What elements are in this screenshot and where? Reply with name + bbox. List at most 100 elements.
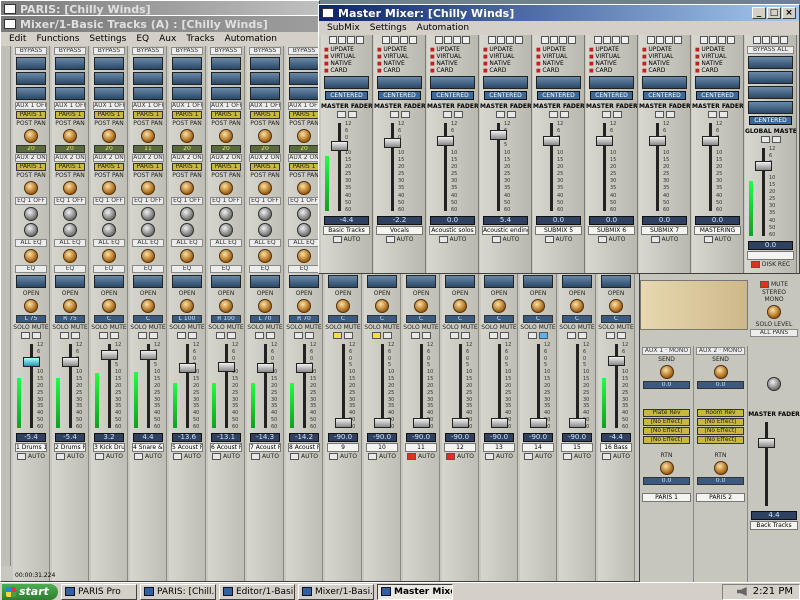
eq-freq-knob[interactable] xyxy=(180,223,194,237)
eq1-button[interactable]: EQ 1 OFF xyxy=(210,197,242,205)
track-name[interactable]: 3 Kick Drum xyxy=(93,443,125,452)
aux1-button[interactable]: AUX 1 OFF xyxy=(171,102,203,110)
auto-label[interactable]: AUTO xyxy=(397,236,414,243)
master-solo-button[interactable] xyxy=(559,111,569,118)
eq-on-button[interactable]: EQ xyxy=(54,265,86,273)
pan-knob[interactable] xyxy=(570,299,584,313)
fader-cap[interactable] xyxy=(335,418,352,428)
eq-curve-display[interactable] xyxy=(211,275,241,288)
fader-cap[interactable] xyxy=(452,418,469,428)
fader-cap[interactable] xyxy=(179,362,196,373)
master-solo-button[interactable] xyxy=(718,111,728,118)
solo-button[interactable] xyxy=(21,332,30,339)
solo-button[interactable] xyxy=(138,332,147,339)
submix-display[interactable] xyxy=(642,76,687,89)
aux1-button[interactable]: AUX 1 OFF xyxy=(210,102,242,110)
fader-cap[interactable] xyxy=(491,418,508,428)
solo-button[interactable] xyxy=(255,332,264,339)
all-eq-button[interactable]: ALL EQ xyxy=(15,239,47,247)
eq-curve-display[interactable] xyxy=(445,275,475,288)
solo-button[interactable] xyxy=(99,332,108,339)
aux1-postpan[interactable]: POST PAN xyxy=(91,120,127,127)
insert-toggle[interactable] xyxy=(753,36,761,44)
insert-slot[interactable] xyxy=(172,57,202,70)
all-pans-label[interactable]: ALL PANS xyxy=(750,329,798,337)
aux2-postpan[interactable]: POST PAN xyxy=(286,172,322,179)
eq-on-button[interactable]: EQ xyxy=(93,265,125,273)
track-name[interactable]: 7 Acoust Rhth 1 xyxy=(249,443,281,452)
aux2-bus[interactable]: PARIS 1 xyxy=(133,163,163,171)
rec-button[interactable] xyxy=(491,236,501,243)
solo-button[interactable] xyxy=(333,332,342,339)
insert-slot[interactable] xyxy=(250,57,280,70)
insert-toggle[interactable] xyxy=(568,36,576,44)
eq-curve-display[interactable] xyxy=(16,275,46,288)
master-mute-button[interactable] xyxy=(442,111,452,118)
aux2-knob[interactable] xyxy=(219,181,233,195)
master-fader[interactable]: 12605101520253035405060 xyxy=(533,119,584,215)
insert-toggle[interactable] xyxy=(709,36,717,44)
aux2-knob[interactable] xyxy=(24,181,38,195)
eq1-button[interactable]: EQ 1 OFF xyxy=(288,197,320,205)
fader-cap[interactable] xyxy=(413,418,430,428)
aux2-knob[interactable] xyxy=(297,181,311,195)
option-virtual[interactable]: VIRTUAL xyxy=(533,53,584,60)
eq1-button[interactable]: EQ 1 OFF xyxy=(93,197,125,205)
aux1-knob[interactable] xyxy=(180,129,194,143)
aux2-postpan[interactable]: POST PAN xyxy=(208,172,244,179)
master-mute-button[interactable] xyxy=(495,111,505,118)
taskbar-item[interactable]: Editor/1-Basi... xyxy=(219,583,295,600)
minimize-button[interactable]: _ xyxy=(752,7,766,19)
menu-settings[interactable]: Settings xyxy=(370,23,407,33)
rec-button[interactable] xyxy=(95,453,105,460)
solo-button[interactable] xyxy=(606,332,615,339)
rec-button[interactable] xyxy=(17,453,27,460)
solo-button[interactable] xyxy=(216,332,225,339)
eq-open-button[interactable]: OPEN xyxy=(481,290,517,297)
eq-gain-knob[interactable] xyxy=(297,207,311,221)
aux1-slot4[interactable]: [No Effect] xyxy=(643,436,690,444)
aux1-bus[interactable]: PARIS 1 xyxy=(94,111,124,119)
eq-freq-knob[interactable] xyxy=(297,223,311,237)
pan-knob[interactable] xyxy=(531,299,545,313)
eq1-button[interactable]: EQ 1 OFF xyxy=(171,197,203,205)
aux1-postpan[interactable]: POST PAN xyxy=(247,120,283,127)
insert-toggle[interactable] xyxy=(647,36,655,44)
insert-toggle[interactable] xyxy=(656,36,664,44)
eq-curve-display[interactable] xyxy=(328,275,358,288)
insert-slot[interactable] xyxy=(211,72,241,85)
eq-on-button[interactable]: EQ xyxy=(171,265,203,273)
aux1-bus[interactable]: PARIS 1 xyxy=(55,111,85,119)
right-master-fader[interactable] xyxy=(748,418,800,510)
rec-button[interactable] xyxy=(524,453,534,460)
fader-cap[interactable] xyxy=(101,350,118,361)
auto-label[interactable]: AUTO xyxy=(184,453,201,460)
insert-toggle[interactable] xyxy=(771,36,779,44)
aux2-postpan[interactable]: POST PAN xyxy=(247,172,283,179)
insert-toggle[interactable] xyxy=(435,36,443,44)
eq-curve-display[interactable] xyxy=(94,275,124,288)
eq-trim-knob[interactable] xyxy=(219,249,233,263)
eq-open-button[interactable]: OPEN xyxy=(364,290,400,297)
eq1-button[interactable]: EQ 1 OFF xyxy=(249,197,281,205)
aux2-bus[interactable]: PARIS 1 xyxy=(250,163,280,171)
aux2-knob[interactable] xyxy=(102,181,116,195)
eq-open-button[interactable]: OPEN xyxy=(286,290,322,297)
aux1-effect[interactable]: Plate Rev xyxy=(643,409,690,417)
eq-gain-knob[interactable] xyxy=(180,207,194,221)
aux2-button[interactable]: AUX 2 ON xyxy=(249,154,281,162)
auto-label[interactable]: AUTO xyxy=(262,453,279,460)
option-update[interactable]: UPDATE xyxy=(374,46,425,53)
menu-settings[interactable]: Settings xyxy=(89,34,126,44)
eq-freq-knob[interactable] xyxy=(258,223,272,237)
aux2-button[interactable]: AUX 2 ON xyxy=(288,154,320,162)
channel-fader[interactable]: 12605101520253035405060 xyxy=(403,340,439,432)
insert-toggle[interactable] xyxy=(356,36,364,44)
fader-cap[interactable] xyxy=(569,418,586,428)
rec-button[interactable] xyxy=(407,453,417,460)
aux2-knob[interactable] xyxy=(258,181,272,195)
option-card[interactable]: CARD xyxy=(586,67,637,74)
auto-label[interactable]: AUTO xyxy=(496,453,513,460)
eq-open-button[interactable]: OPEN xyxy=(442,290,478,297)
rec-button[interactable] xyxy=(438,236,448,243)
